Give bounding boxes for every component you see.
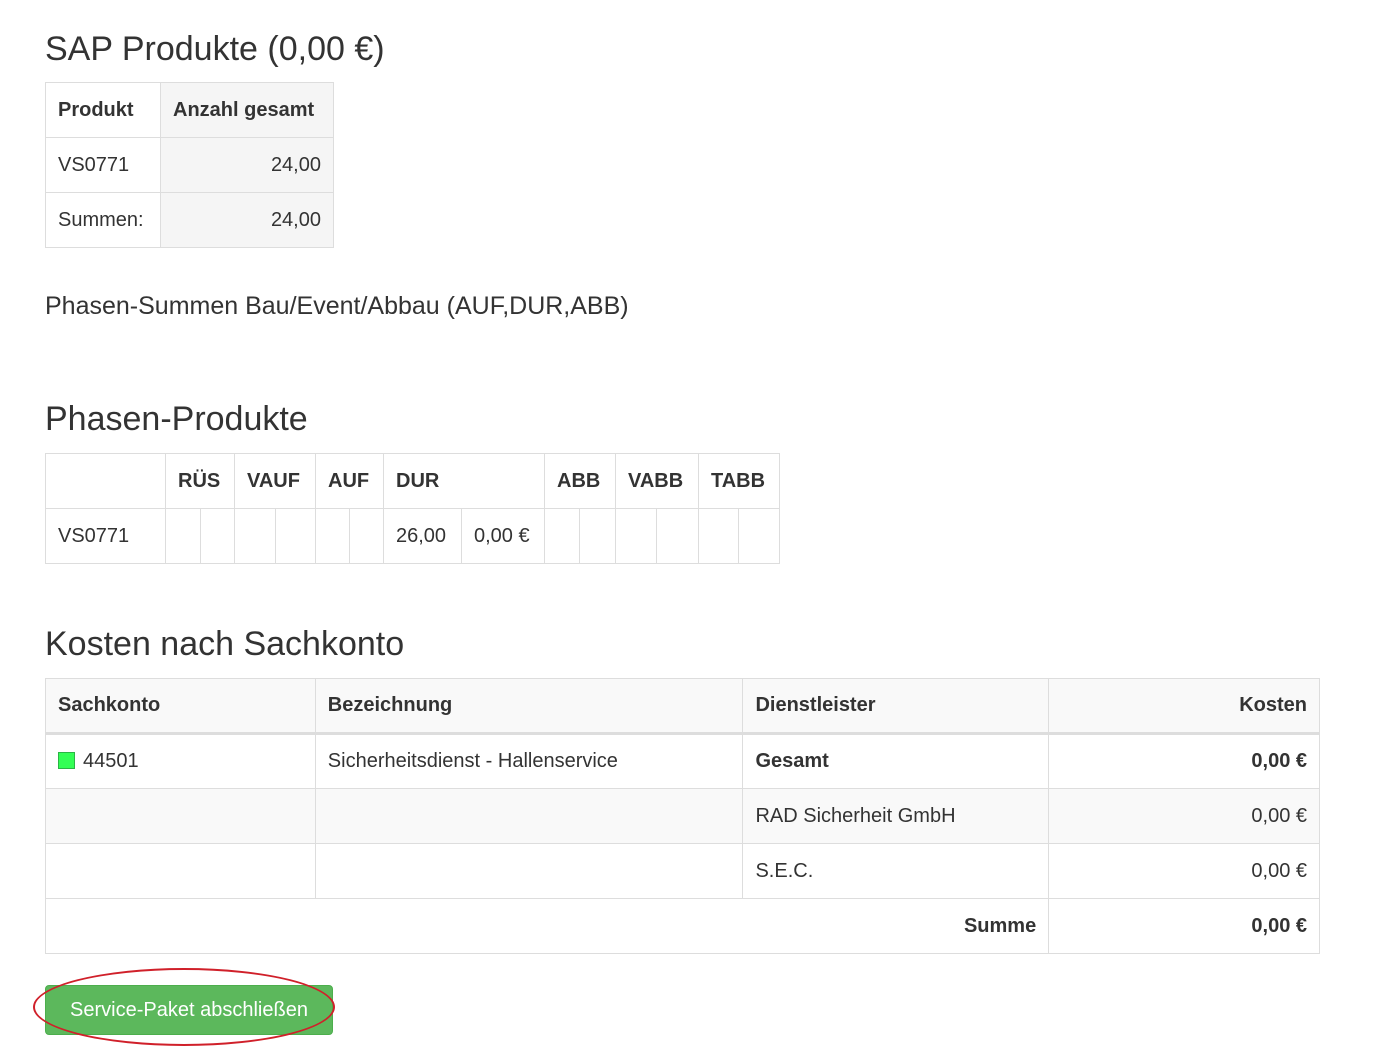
table-row: S.E.C. 0,00 €: [45, 843, 1320, 899]
description-cell: Sicherheitsdienst - Hallenservice: [314, 733, 744, 789]
provider-cell: RAD Sicherheit GmbH: [742, 788, 1050, 844]
column-header-description: Bezeichnung: [314, 678, 744, 735]
table-header-row: Sachkonto Bezeichnung Dienstleister Kost…: [45, 678, 1320, 735]
column-header-auf: AUF: [315, 453, 384, 509]
abb-cost-cell: [579, 508, 616, 564]
table-row: 44501 Sicherheitsdienst - Hallenservice …: [45, 733, 1320, 789]
column-header-product: Produkt: [45, 82, 161, 138]
provider-cell: S.E.C.: [742, 843, 1050, 899]
costs-title: Kosten nach Sachkonto: [45, 625, 405, 663]
rus-qty-cell: [165, 508, 201, 564]
column-header-rus: RÜS: [165, 453, 235, 509]
rus-cost-cell: [200, 508, 235, 564]
sum-label-cell: Summen:: [45, 192, 161, 248]
table-row-sum: Summe 0,00 €: [44, 898, 1320, 954]
sap-products-title: SAP Produkte (0,00 €): [45, 30, 385, 68]
complete-service-package-button[interactable]: Service-Paket abschließen: [45, 985, 333, 1035]
table-row: VS0771 24,00: [45, 137, 334, 193]
cost-cell: 0,00 €: [1048, 843, 1320, 899]
column-header-provider: Dienstleister: [742, 678, 1050, 735]
table-header-row: RÜS VAUF AUF DUR ABB VABB TABB: [45, 453, 780, 509]
sum-quantity-cell: 24,00: [160, 192, 334, 248]
phase-products-title: Phasen-Produkte: [45, 400, 308, 438]
cost-cell: 0,00 €: [1048, 733, 1320, 789]
vauf-qty-cell: [234, 508, 276, 564]
table-row-sum: Summen: 24,00: [45, 192, 334, 248]
sum-label-cell: Summe: [44, 898, 1050, 954]
column-header-empty: [45, 453, 166, 509]
table-row: VS0771 26,00 0,00 €: [45, 508, 780, 564]
dur-cost-cell: 0,00 €: [461, 508, 545, 564]
costs-table: Sachkonto Bezeichnung Dienstleister Kost…: [44, 678, 1320, 954]
product-cell: VS0771: [45, 137, 161, 193]
table-row: RAD Sicherheit GmbH 0,00 €: [45, 788, 1320, 844]
column-header-dur: DUR: [383, 453, 545, 509]
tabb-qty-cell: [698, 508, 739, 564]
abb-qty-cell: [544, 508, 580, 564]
sum-value-cell: 0,00 €: [1048, 898, 1320, 954]
description-cell-empty: [314, 843, 744, 899]
cost-cell: 0,00 €: [1048, 788, 1320, 844]
phase-sums-title: Phasen-Summen Bau/Event/Abbau (AUF,DUR,A…: [45, 292, 629, 320]
column-header-tabb: TABB: [698, 453, 780, 509]
account-cell-empty: [45, 843, 316, 899]
vauf-cost-cell: [275, 508, 316, 564]
phase-products-table: RÜS VAUF AUF DUR ABB VABB TABB VS0771 26…: [45, 453, 780, 564]
account-cell: 44501: [45, 733, 316, 789]
quantity-cell: 24,00: [160, 137, 334, 193]
color-swatch-icon: [58, 752, 75, 769]
account-number: 44501: [83, 750, 139, 772]
dur-qty-cell: 26,00: [383, 508, 462, 564]
account-cell-empty: [45, 788, 316, 844]
provider-cell: Gesamt: [742, 733, 1050, 789]
sap-products-table: Produkt Anzahl gesamt VS0771 24,00 Summe…: [45, 82, 334, 248]
column-header-vabb: VABB: [615, 453, 699, 509]
vabb-cost-cell: [656, 508, 699, 564]
product-cell: VS0771: [45, 508, 166, 564]
auf-qty-cell: [315, 508, 350, 564]
auf-cost-cell: [349, 508, 384, 564]
table-header-row: Produkt Anzahl gesamt: [45, 82, 334, 138]
column-header-account: Sachkonto: [45, 678, 316, 735]
tabb-cost-cell: [738, 508, 780, 564]
column-header-vauf: VAUF: [234, 453, 316, 509]
vabb-qty-cell: [615, 508, 657, 564]
column-header-total-quantity: Anzahl gesamt: [160, 82, 334, 138]
column-header-cost: Kosten: [1048, 678, 1320, 735]
column-header-abb: ABB: [544, 453, 616, 509]
description-cell-empty: [314, 788, 744, 844]
